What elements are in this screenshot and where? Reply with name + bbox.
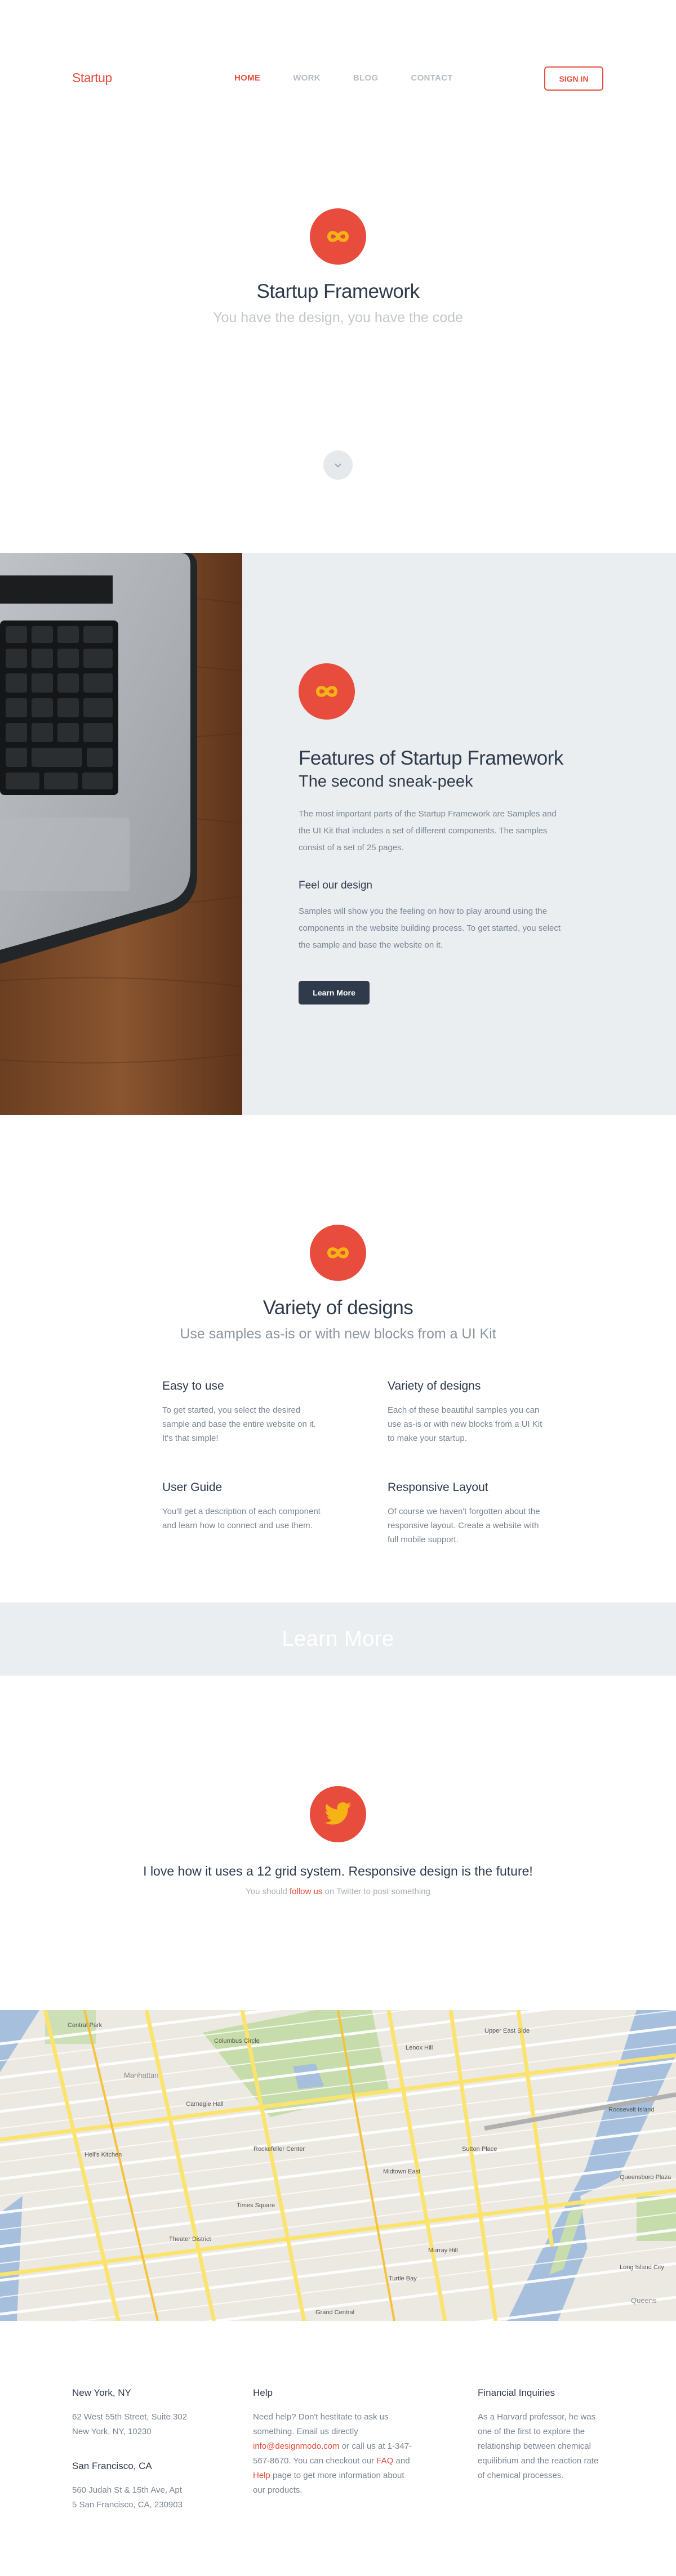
sign-in-button[interactable]: SIGN IN xyxy=(544,66,603,91)
map-label: Upper East Side xyxy=(484,2028,530,2034)
feature-item: Responsive Layout Of course we haven't f… xyxy=(388,1481,551,1547)
footer-ny-line: New York, NY, 10230 xyxy=(72,2427,152,2436)
footer-ny: New York, NY 62 West 55th Street, Suite … xyxy=(72,2387,241,2512)
feature-item-text: You'll get a description of each compone… xyxy=(162,1507,321,1530)
twitter-bird-icon xyxy=(310,1786,366,1842)
testimonial-quote: I love how it uses a 12 grid system. Res… xyxy=(143,1864,533,1878)
features-paragraph: The most important parts of the Startup … xyxy=(299,809,557,852)
feature-item-text: Each of these beautiful samples you can … xyxy=(388,1405,542,1443)
main-nav: HOME WORK BLOG CONTACT xyxy=(234,73,486,83)
nav-contact[interactable]: CONTACT xyxy=(411,73,452,83)
nav-blog[interactable]: BLOG xyxy=(353,73,379,83)
map-label: Times Square xyxy=(237,2202,275,2209)
footer-help: Help Need help? Don't hestitate to ask u… xyxy=(253,2387,416,2498)
footer-sf-title: San Francisco, CA xyxy=(72,2461,152,2471)
feature-item-title: Responsive Layout xyxy=(388,1481,488,1494)
map-label: Queens xyxy=(631,2296,657,2305)
help-text-1: Need help? Don't hestitate to ask us som… xyxy=(253,2412,389,2436)
map-label: Sutton Place xyxy=(462,2146,497,2153)
site-header: Startup HOME WORK BLOG CONTACT SIGN IN xyxy=(0,0,676,158)
help-text-3: page to get more information about our p… xyxy=(253,2471,404,2495)
features-title: Features of Startup Framework xyxy=(299,747,563,769)
map-label: Manhattan xyxy=(124,2071,158,2079)
feature-item: Variety of designs Each of these beautif… xyxy=(388,1379,551,1445)
map-label: Central Park xyxy=(68,2022,103,2029)
map-label: Murray Hill xyxy=(428,2247,458,2254)
nav-home[interactable]: HOME xyxy=(234,73,260,83)
variety-title: Variety of designs xyxy=(263,1297,413,1319)
follow-prefix: You should xyxy=(246,1887,290,1896)
infinity-icon xyxy=(310,1225,366,1281)
map-label: Columbus Circle xyxy=(214,2038,260,2044)
map-label: Theater District xyxy=(169,2236,211,2243)
feature-item-text: Of course we haven't forgotten about the… xyxy=(388,1507,540,1544)
learn-more-band[interactable]: Learn More xyxy=(0,1602,676,1676)
follow-us-link[interactable]: follow us xyxy=(290,1887,322,1896)
map-label: Long Island City xyxy=(620,2264,664,2271)
nav-work[interactable]: WORK xyxy=(293,73,321,83)
feel-design-paragraph: Samples will show you the feeling on how… xyxy=(299,907,561,950)
location-map[interactable]: Central Park Columbus Circle Carnegie Ha… xyxy=(0,2010,676,2321)
feature-item-title: Variety of designs xyxy=(388,1379,481,1392)
learn-more-band-label: Learn More xyxy=(282,1627,394,1651)
logo[interactable]: Startup xyxy=(72,70,112,86)
email-link[interactable]: info@designmodo.com xyxy=(253,2441,340,2451)
map-label: Hell's Kitchen xyxy=(84,2151,122,2158)
map-label: Grand Central xyxy=(315,2309,354,2316)
help-text-and: and xyxy=(393,2456,410,2466)
hero-subtitle: You have the design, you have the code xyxy=(213,310,463,325)
scroll-down-button[interactable] xyxy=(323,450,353,480)
feature-item-title: Easy to use xyxy=(162,1379,224,1392)
footer-sf-line: 5 San Francisco, CA, 230903 xyxy=(72,2500,183,2510)
feature-item-title: User Guide xyxy=(162,1481,223,1494)
feature-item: User Guide You'll get a description of e… xyxy=(162,1481,326,1533)
feature-item: Easy to use To get started, you select t… xyxy=(162,1379,326,1445)
help-link[interactable]: Help xyxy=(253,2471,270,2480)
footer-ny-title: New York, NY xyxy=(72,2387,131,2398)
map-label: Turtle Bay xyxy=(389,2275,417,2282)
footer-finance-text: As a Harvard professor, he was one of th… xyxy=(478,2412,599,2480)
feel-design-heading: Feel our design xyxy=(299,879,372,891)
map-label: Lenox Hill xyxy=(406,2044,433,2051)
feature-item-text: To get started, you select the desired s… xyxy=(162,1405,316,1443)
map-label: Midtown East xyxy=(383,2168,420,2175)
map-label: Roosevelt Island xyxy=(608,2106,654,2113)
follow-suffix: on Twitter to post something xyxy=(322,1887,430,1896)
twitter-follow-text: You should follow us on Twitter to post … xyxy=(0,1887,676,1896)
features-subtitle: The second sneak-peek xyxy=(299,773,473,791)
site-footer: New York, NY 62 West 55th Street, Suite … xyxy=(0,2321,676,2576)
infinity-icon xyxy=(310,208,366,265)
chevron-down-icon xyxy=(335,463,341,467)
features-section: Features of Startup Framework The second… xyxy=(0,553,676,1115)
laptop-on-wood-photo xyxy=(0,553,242,1115)
variety-subtitle: Use samples as-is or with new blocks fro… xyxy=(180,1326,496,1342)
faq-link[interactable]: FAQ xyxy=(376,2456,393,2466)
footer-finance-title: Financial Inquiries xyxy=(478,2387,555,2398)
map-label: Queensboro Plaza xyxy=(620,2174,671,2181)
hero-title: Startup Framework xyxy=(256,280,420,302)
map-label: Carnegie Hall xyxy=(186,2101,224,2108)
map-label: Rockefeller Center xyxy=(254,2146,305,2153)
footer-ny-line: 62 West 55th Street, Suite 302 xyxy=(72,2412,188,2422)
footer-help-text: Need help? Don't hestitate to ask us som… xyxy=(253,2410,416,2498)
learn-more-button[interactable]: Learn More xyxy=(299,981,370,1004)
footer-sf-line: 560 Judah St & 15th Ave, Apt xyxy=(72,2485,182,2495)
footer-help-title: Help xyxy=(253,2387,273,2398)
footer-finance: Financial Inquiries As a Harvard profess… xyxy=(478,2387,604,2483)
infinity-icon xyxy=(299,663,355,720)
